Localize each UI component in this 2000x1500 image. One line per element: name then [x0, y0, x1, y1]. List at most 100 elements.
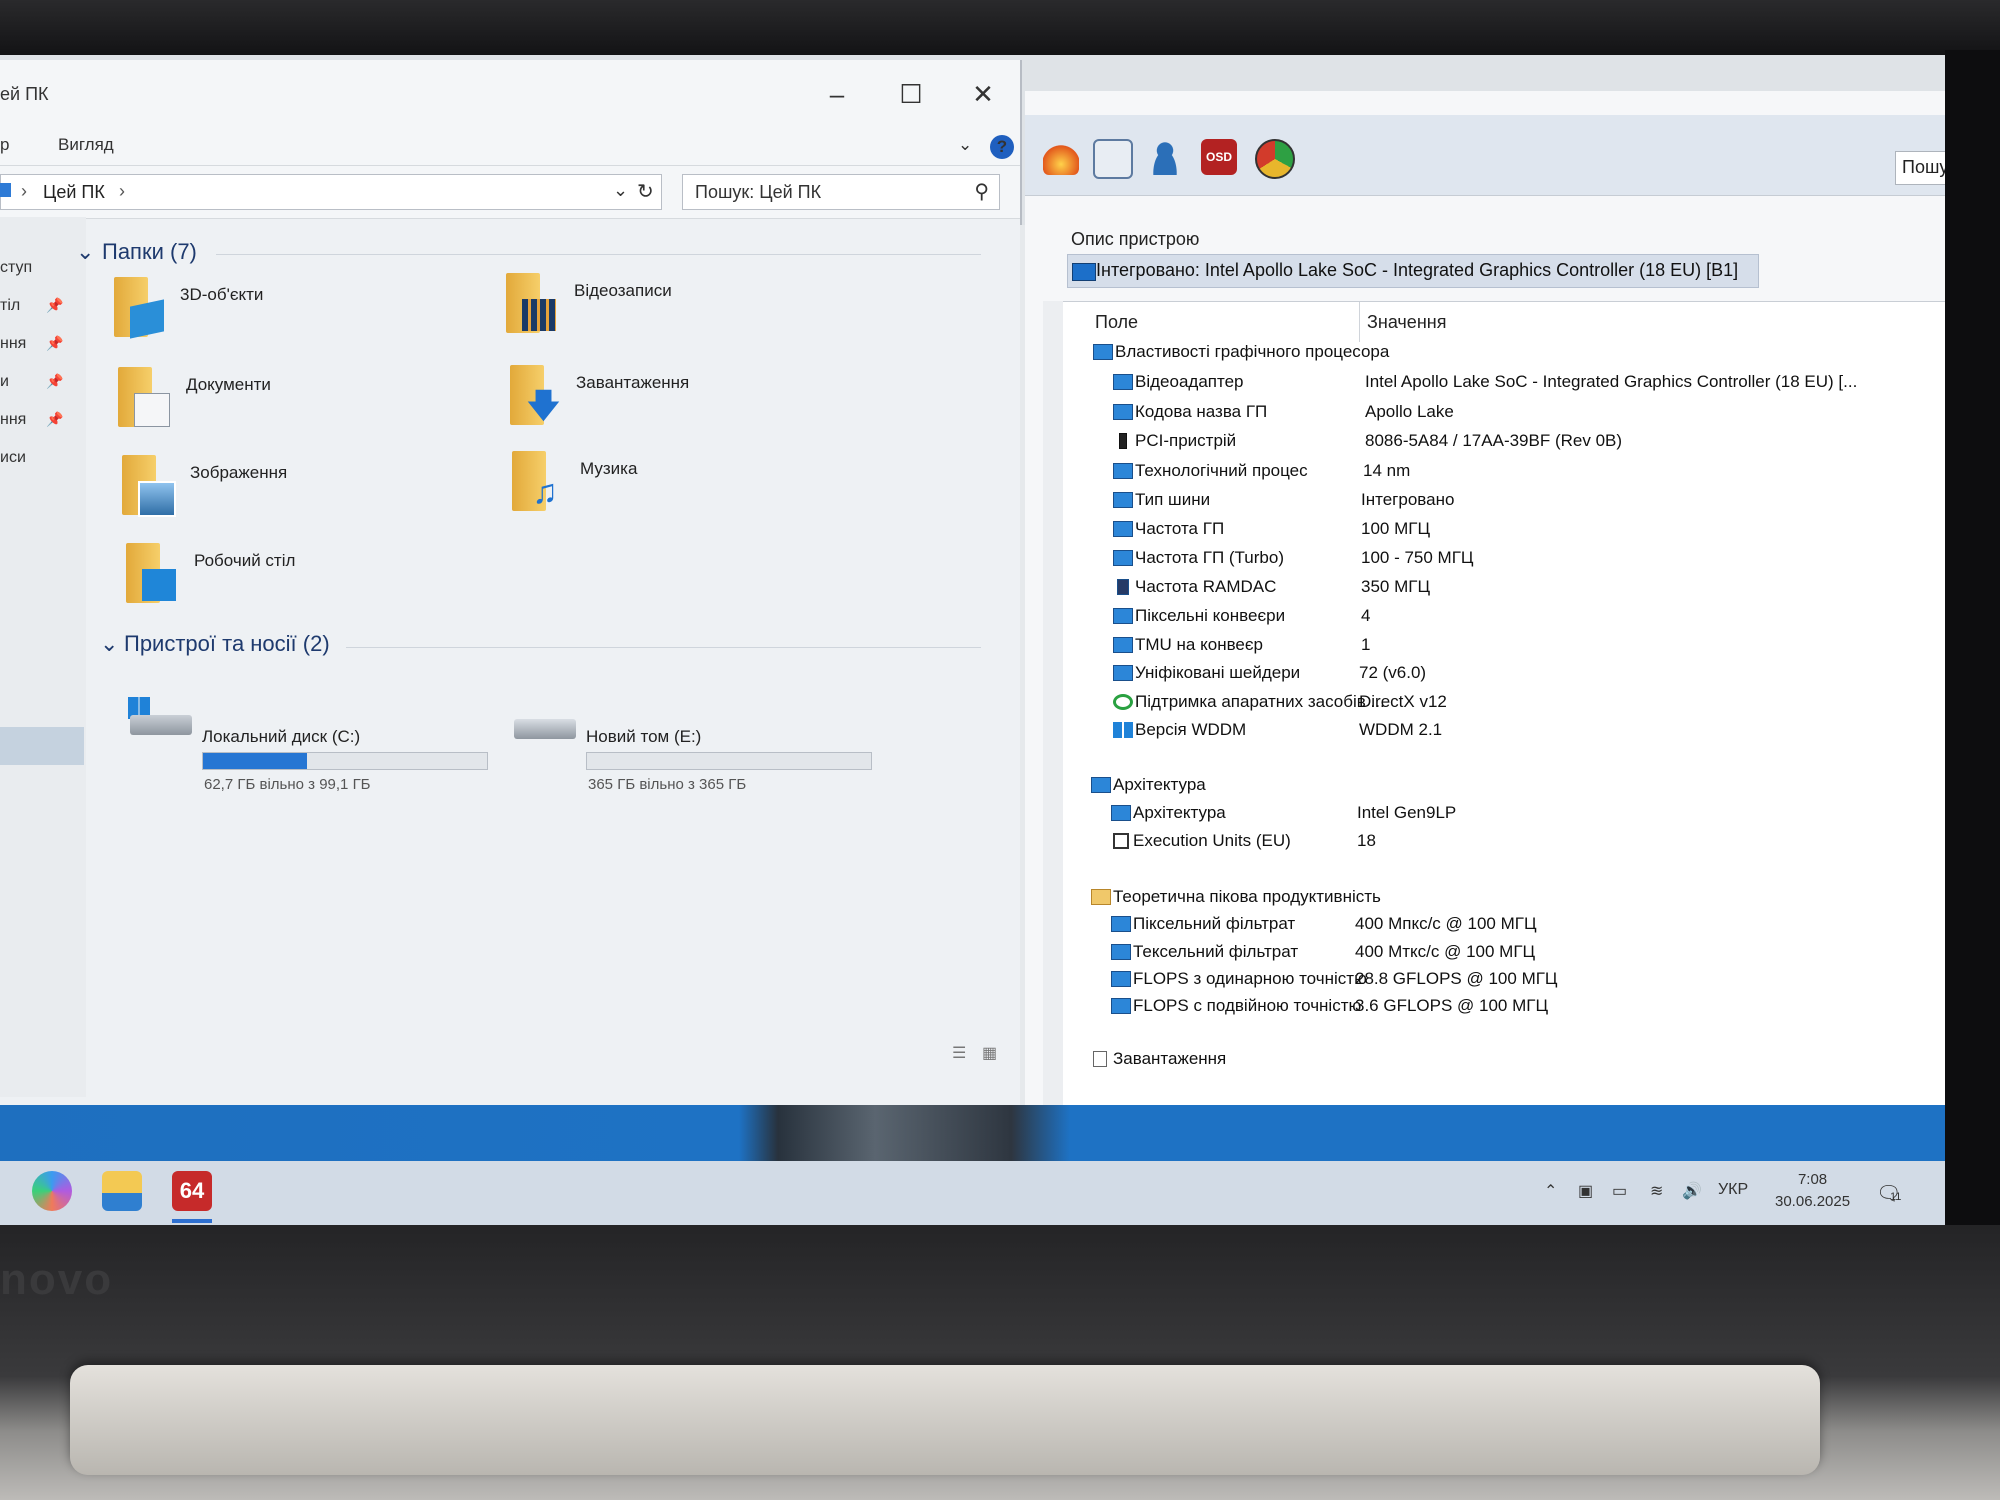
value: 350 МГЦ — [1361, 577, 1431, 596]
folder-label[interactable]: Документи — [186, 375, 271, 395]
ribbon-tab-partial[interactable]: р — [0, 135, 9, 155]
list-item[interactable]: Частота RAMDAC 350 МГЦ — [1063, 575, 1943, 601]
minimize-button[interactable]: – — [812, 74, 862, 114]
nav-item[interactable]: ступ — [0, 259, 32, 277]
section-load[interactable]: Завантаження — [1063, 1047, 1943, 1073]
list-item[interactable]: PCI-пристрій 8086-5A84 / 17AA-39BF (Rev 0… — [1063, 429, 1943, 455]
nav-item[interactable]: и — [0, 373, 9, 391]
chevron-up-icon[interactable]: ⌃ — [1544, 1181, 1557, 1201]
field: FLOPS с подвійною точністю — [1133, 996, 1362, 1015]
folder-documents[interactable] — [118, 367, 170, 427]
folder-desktop[interactable] — [126, 543, 176, 603]
value: 8086-5A84 / 17AA-39BF (Rev 0B) — [1365, 431, 1623, 450]
nav-item[interactable]: ння — [0, 411, 26, 429]
list-item[interactable]: Execution Units (EU) 18 — [1063, 829, 1943, 855]
list-item[interactable]: Тип шини Інтегровано — [1063, 488, 1943, 514]
chevron-down-icon[interactable]: ⌄ — [76, 239, 94, 265]
address-bar[interactable]: › Цей ПК › ⌄ ↻ — [0, 174, 662, 210]
user-icon[interactable] — [1147, 139, 1183, 175]
list-item[interactable]: TMU на конвеєр 1 — [1063, 633, 1943, 659]
list-item[interactable]: Відеоадаптер Intel Apollo Lake SoC - Inte… — [1063, 370, 1943, 396]
section-peak-performance[interactable]: Теоретична пікова продуктивність — [1063, 885, 1943, 911]
folder-label[interactable]: Завантаження — [576, 373, 689, 393]
nav-item[interactable]: ння — [0, 335, 26, 353]
aida64-taskbar-icon[interactable]: 64 — [172, 1171, 212, 1211]
search-icon[interactable]: ⚲ — [974, 179, 989, 204]
wifi-icon[interactable]: ≋ — [1650, 1181, 1663, 1201]
speaker-icon[interactable]: 🔊 — [1682, 1181, 1702, 1201]
battery-icon[interactable]: ▭ — [1612, 1181, 1627, 1201]
devices-header[interactable]: Пристрої та носії (2) — [124, 631, 330, 657]
section-architecture[interactable]: Архітектура — [1063, 773, 1943, 799]
list-item[interactable]: Архітектура Intel Gen9LP — [1063, 801, 1943, 827]
ribbon-tab-view[interactable]: Вигляд — [58, 135, 114, 155]
section-gpu-properties[interactable]: Властивості графічного процесора — [1063, 340, 1943, 366]
list-item[interactable]: Технологічний процес 14 nm — [1063, 459, 1943, 485]
folder-label[interactable]: Зображення — [190, 463, 287, 483]
folder-pictures[interactable] — [122, 455, 176, 517]
folder-label[interactable]: 3D-об'єкти — [180, 285, 263, 305]
column-header-field[interactable]: Поле — [1095, 312, 1138, 333]
column-separator[interactable] — [1359, 302, 1360, 342]
chevron-down-icon[interactable]: ⌄ — [958, 135, 972, 155]
language-indicator[interactable]: УКР — [1718, 1181, 1748, 1199]
list-item[interactable]: FLOPS с подвійною точністю 3.6 GFLOPS @ 1… — [1063, 994, 1943, 1020]
list-item[interactable]: Піксельні конвеєри 4 — [1063, 604, 1943, 630]
list-item[interactable]: Тексельний фільтрат 400 Мткс/с @ 100 МГЦ — [1063, 940, 1943, 966]
refresh-icon[interactable]: ↻ — [637, 179, 654, 204]
folder-music[interactable]: ♫ — [512, 451, 562, 511]
folder-videos[interactable] — [506, 273, 556, 333]
nav-item[interactable]: иси — [0, 449, 26, 467]
folder-label[interactable]: Музика — [580, 459, 637, 479]
list-item[interactable]: FLOPS з одинарною точністю 28.8 GFLOPS @ … — [1063, 967, 1943, 993]
maximize-button[interactable]: ☐ — [886, 74, 936, 114]
nav-item[interactable]: тіл — [0, 297, 20, 315]
drive-icon[interactable] — [512, 707, 576, 747]
search-input[interactable]: Пошук: Цей ПК ⚲ — [682, 174, 1000, 210]
large-icons-view-icon[interactable]: ▦ — [982, 1043, 997, 1063]
list-item[interactable]: Піксельний фільтрат 400 Мпкс/с @ 100 МГЦ — [1063, 912, 1943, 938]
folder-label[interactable]: Відеозаписи — [574, 281, 672, 301]
flame-icon[interactable] — [1043, 139, 1079, 175]
list-item[interactable]: Підтримка апаратних засобів ... DirectX v… — [1063, 690, 1943, 716]
osd-icon[interactable]: OSD — [1201, 139, 1237, 175]
device-description-row[interactable]: Інтегровано: Intel Apollo Lake SoC - Int… — [1067, 254, 1759, 288]
aida-scrollbar[interactable] — [1043, 301, 1065, 1131]
folder-label[interactable]: Робочий стіл — [194, 551, 295, 571]
clock[interactable]: 7:08 30.06.2025 — [1775, 1169, 1850, 1213]
chevron-right-icon[interactable]: › — [119, 181, 125, 202]
list-item[interactable]: Уніфіковані шейдери 72 (v6.0) — [1063, 661, 1943, 687]
list-item[interactable]: Частота ГП 100 МГЦ — [1063, 517, 1943, 543]
folder-3d-objects[interactable] — [114, 277, 164, 339]
copilot-icon[interactable] — [32, 1171, 72, 1211]
list-item[interactable]: Версія WDDM WDDM 2.1 — [1063, 718, 1943, 744]
list-item[interactable]: Кодова назва ГП Apollo Lake — [1063, 400, 1943, 426]
defender-icon[interactable]: ▣ — [1578, 1181, 1593, 1201]
close-button[interactable]: ✕ — [958, 74, 1008, 114]
chevron-right-icon[interactable]: › — [21, 181, 27, 202]
explorer-titlebar[interactable]: ей ПК – ☐ ✕ — [0, 60, 1020, 125]
gauge-icon[interactable] — [1255, 139, 1295, 179]
report-icon[interactable] — [1093, 139, 1133, 179]
drive-usage-bar — [586, 752, 872, 770]
system-drive-icon[interactable] — [128, 697, 192, 737]
value: 100 - 750 МГЦ — [1361, 548, 1474, 567]
file-explorer-taskbar-icon[interactable] — [102, 1171, 142, 1211]
nav-item-selected[interactable] — [0, 727, 84, 765]
drive-label[interactable]: Локальний диск (C:) — [202, 727, 360, 747]
folders-header[interactable]: Папки (7) — [102, 239, 197, 265]
list-item[interactable]: Частота ГП (Turbo) 100 - 750 МГЦ — [1063, 546, 1943, 572]
breadcrumb[interactable]: Цей ПК — [43, 182, 105, 203]
folder-downloads[interactable]: 🡇 — [510, 365, 561, 425]
help-icon[interactable]: ? — [990, 135, 1014, 159]
details-view-icon[interactable]: ☰ — [952, 1043, 966, 1063]
field: Відеоадаптер — [1135, 372, 1244, 391]
drive-label[interactable]: Новий том (E:) — [586, 727, 701, 747]
brand-logo: novo — [0, 1255, 114, 1304]
aida-search-input[interactable]: Пошук — [1895, 151, 1945, 185]
monitor-icon — [1113, 665, 1133, 681]
chevron-down-icon[interactable]: ⌄ — [100, 631, 118, 657]
column-header-value[interactable]: Значення — [1367, 312, 1446, 333]
field: Піксельні конвеєри — [1135, 606, 1286, 625]
chevron-down-icon[interactable]: ⌄ — [613, 180, 628, 201]
